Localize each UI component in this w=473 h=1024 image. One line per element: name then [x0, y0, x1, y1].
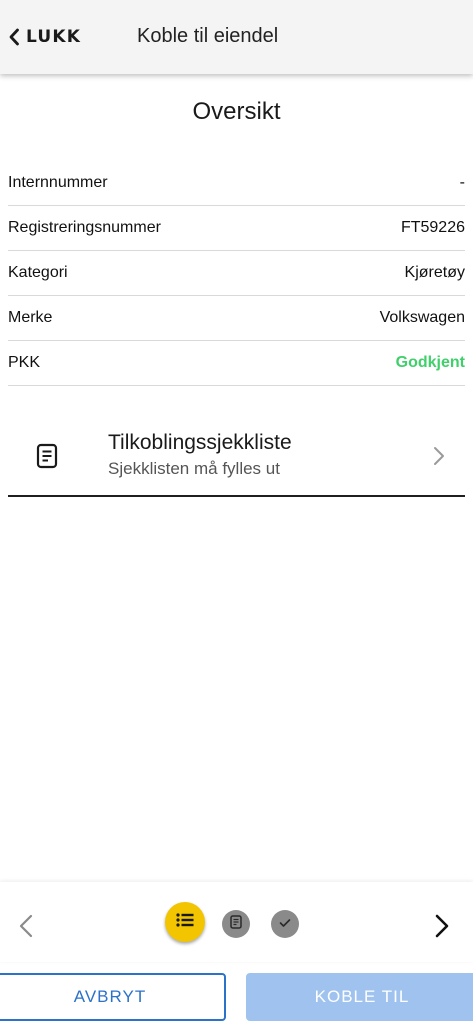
connect-button[interactable]: KOBLE TIL	[246, 973, 473, 1021]
row-label: Internnummer	[8, 174, 108, 191]
row-label: PKK	[8, 354, 41, 371]
checklist-item[interactable]: Tilkoblingssjekkliste Sjekklisten må fyl…	[8, 410, 465, 497]
row-value: Kjøretøy	[404, 264, 465, 281]
row-label: Kategori	[8, 264, 68, 281]
overview-list: Internnummer - Registreringsnummer FT592…	[8, 161, 465, 386]
chevron-left-icon	[8, 28, 20, 46]
top-bar: LUKK Koble til eiendel	[0, 0, 473, 74]
page-title: Koble til eiendel	[137, 25, 279, 47]
row-value: FT59226	[400, 219, 465, 236]
app-screen: LUKK Koble til eiendel Oversikt Internnu…	[0, 0, 473, 1024]
list-icon	[175, 912, 195, 933]
step-navigation	[0, 882, 473, 962]
checklist-subtitle: Sjekklisten må fylles ut	[108, 459, 280, 478]
overview-row-registration-number: Registreringsnummer FT59226	[8, 206, 465, 251]
status-badge: Godkjent	[395, 354, 465, 371]
previous-step-button[interactable]	[18, 914, 34, 943]
row-label: Merke	[8, 309, 53, 326]
step-checklist[interactable]	[222, 910, 250, 938]
overview-row-brand: Merke Volkswagen	[8, 296, 465, 341]
overview-row-category: Kategori Kjøretøy	[8, 251, 465, 296]
cancel-button[interactable]: AVBRYT	[0, 973, 226, 1021]
chevron-right-icon	[433, 446, 445, 471]
document-icon	[36, 443, 58, 474]
checklist-title: Tilkoblingssjekkliste	[108, 431, 292, 454]
row-value: -	[459, 174, 465, 191]
document-icon	[230, 914, 242, 934]
overview-row-pkk: PKK Godkjent	[8, 341, 465, 386]
row-value: Volkswagen	[379, 309, 465, 326]
step-confirm[interactable]	[271, 910, 299, 938]
overview-heading: Oversikt	[192, 98, 281, 125]
check-icon	[279, 915, 291, 933]
next-step-button[interactable]	[434, 914, 450, 943]
close-button-label: LUKK	[26, 27, 82, 47]
overview-row-internal-number: Internnummer -	[8, 161, 465, 206]
row-label: Registreringsnummer	[8, 219, 161, 236]
close-button[interactable]: LUKK	[8, 24, 81, 50]
step-overview[interactable]	[165, 902, 205, 942]
